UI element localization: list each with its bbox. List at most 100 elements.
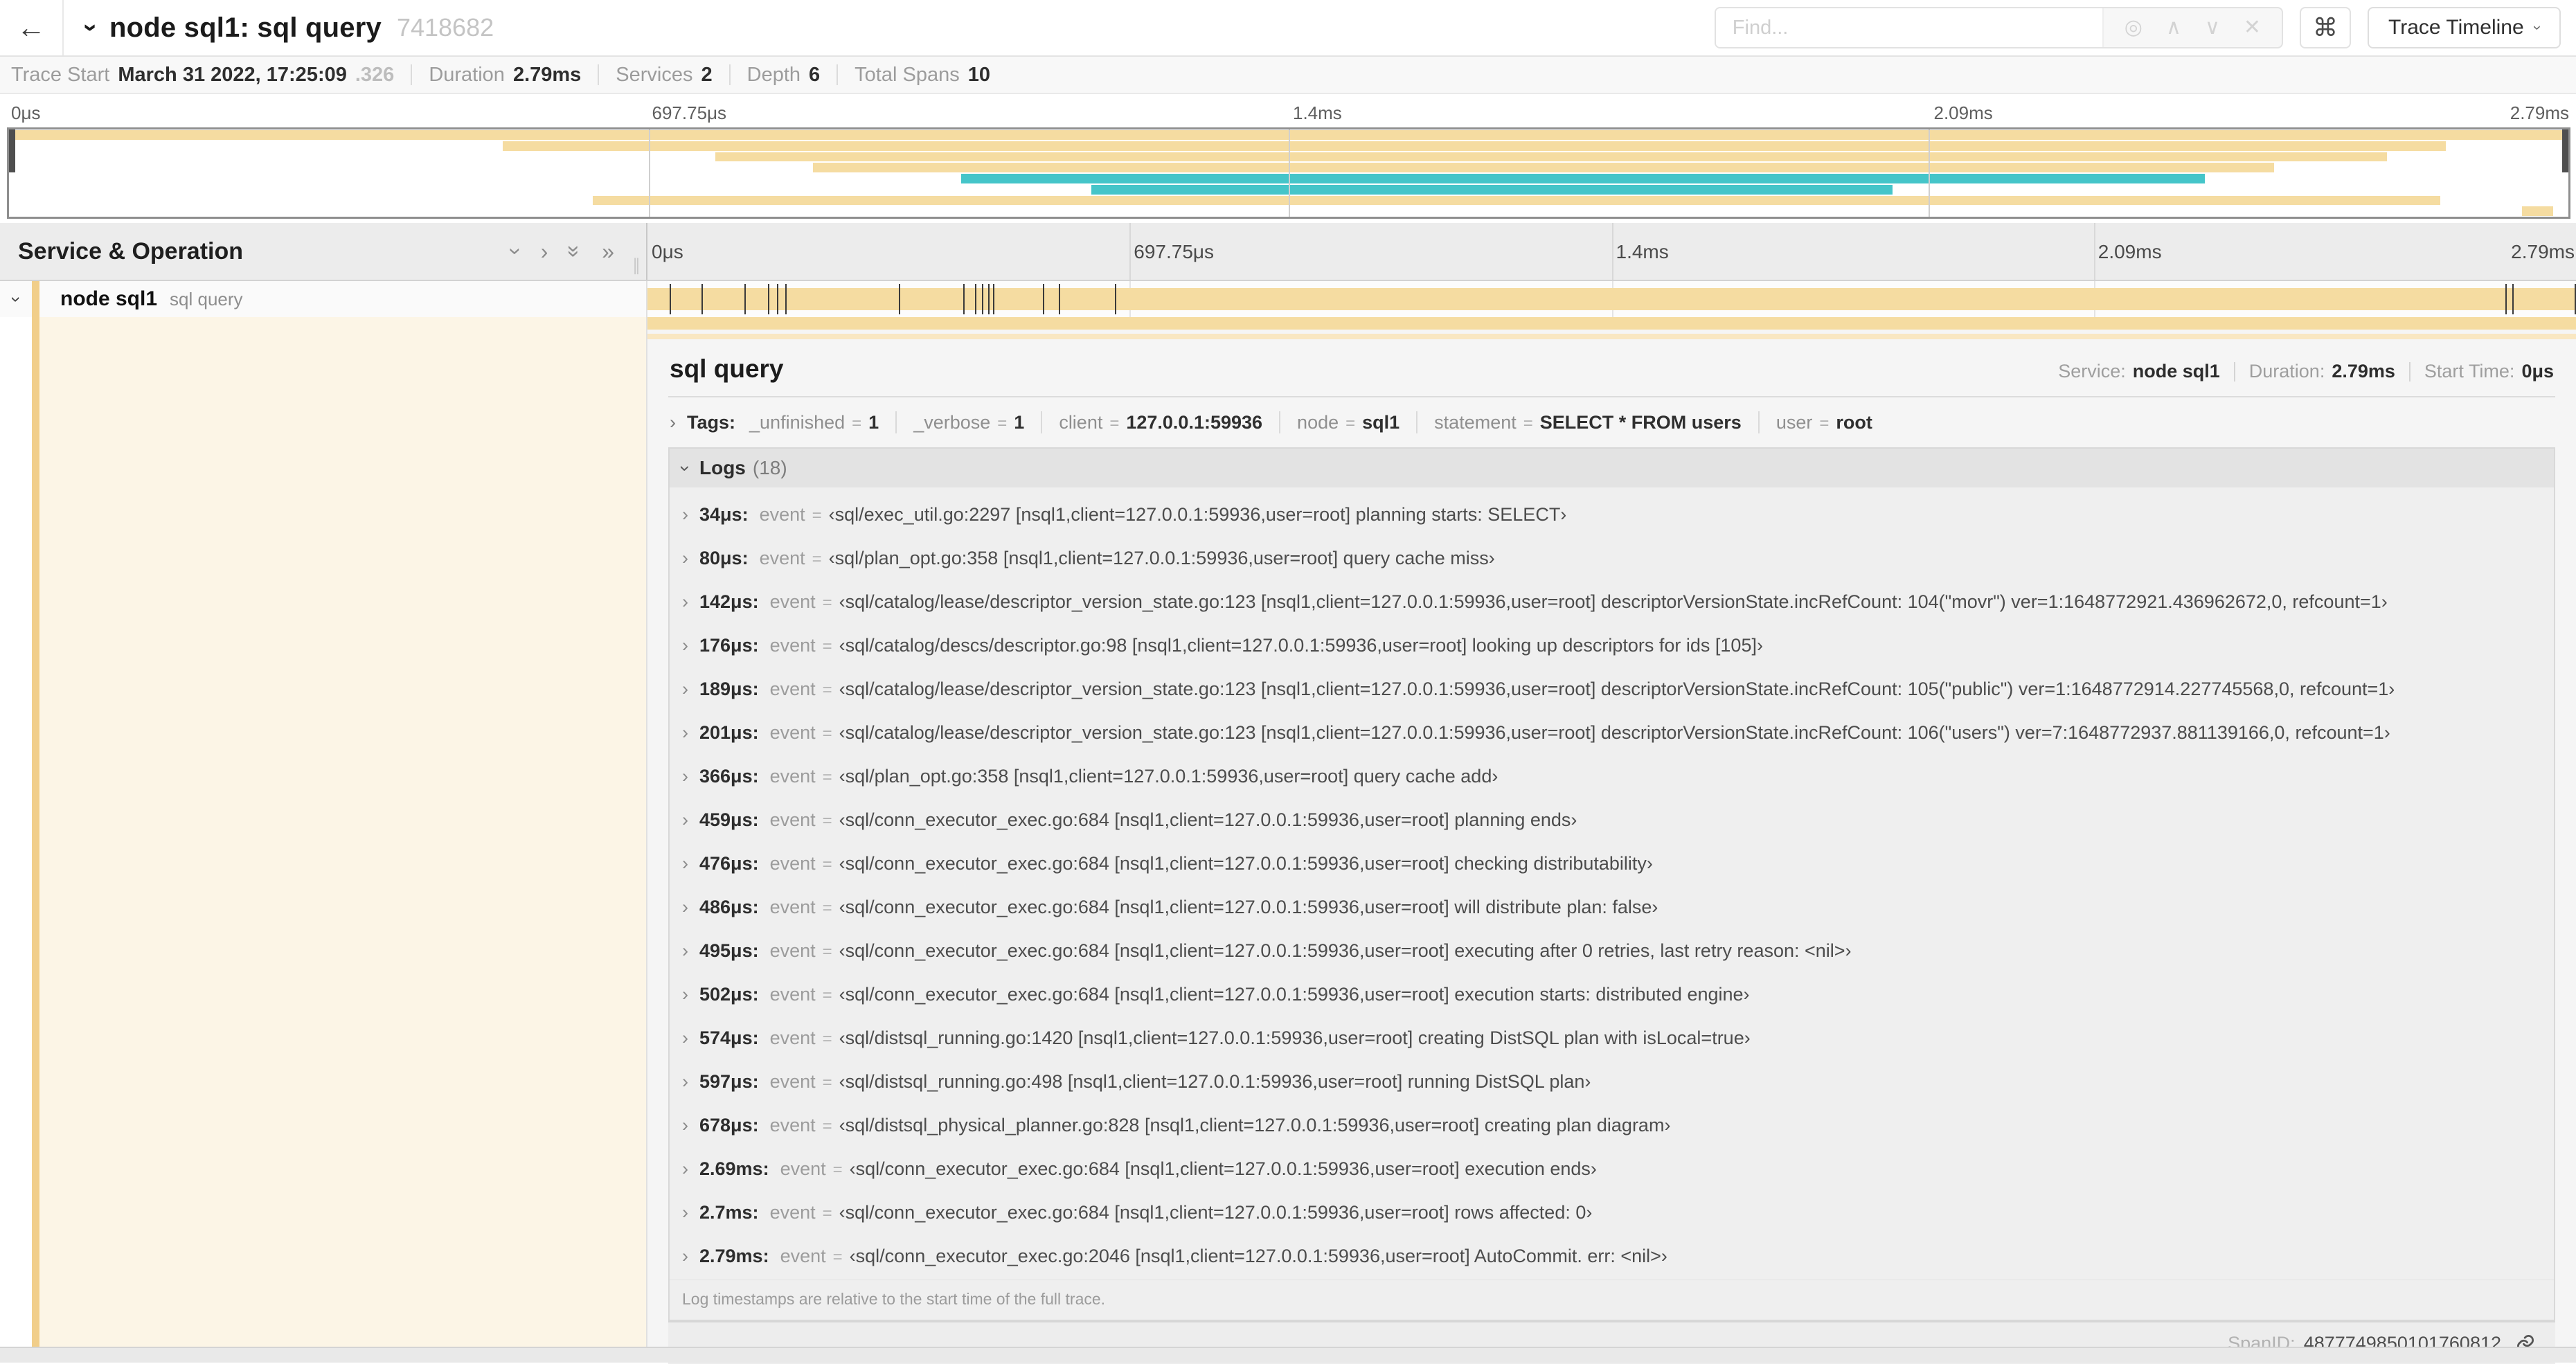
locate-icon[interactable]: ◎ [2125,17,2143,38]
log-expand-chevron-icon[interactable]: › [682,505,688,524]
stat-label: Total Spans [855,63,960,86]
keyboard-shortcuts-button[interactable]: ⌘ [2300,7,2352,48]
log-entry[interactable]: › 201μs: event = ‹sql/catalog/lease/descript… [670,711,2554,755]
collapse-all-icon[interactable]: » [562,245,587,258]
log-entry[interactable]: › 486μs: event = ‹sql/conn_executor_exec.go:… [670,886,2554,929]
separator [1757,411,1760,433]
log-expand-chevron-icon[interactable]: › [682,1116,688,1135]
log-expand-chevron-icon[interactable]: › [682,549,688,568]
tick-label: 697.75μs [652,102,727,123]
span-duration-bar[interactable] [647,288,2576,310]
log-timestamp: 2.79ms: [699,1246,769,1266]
tags-row[interactable]: › Tags: _unfinished = 1 _verbose = 1 client = 12… [668,397,2555,447]
log-entry[interactable]: › 2.7ms: event = ‹sql/conn_executor_exec.go:… [670,1191,2554,1235]
log-field-value: ‹sql/conn_executor_exec.go:684 [nsql1,cl… [839,897,1658,917]
log-field-value: ‹sql/catalog/lease/descriptor_version_st… [839,591,2388,612]
log-entry[interactable]: › 2.69ms: event = ‹sql/conn_executor_exec.go… [670,1147,2554,1191]
equals-sign: = [822,811,832,830]
log-entry[interactable]: › 495μs: event = ‹sql/conn_executor_exec.go:… [670,929,2554,973]
log-entry-list: › 34μs: event = ‹sql/exec_util.go:2297 [nsql… [670,487,2554,1280]
log-timestamp: 495μs: [699,940,759,961]
log-marker [975,284,977,314]
stat-label: Duration [429,63,505,86]
logs-collapse-chevron-icon[interactable]: › [675,465,696,472]
log-expand-chevron-icon[interactable]: › [682,811,688,829]
column-resize-grip[interactable]: ∥ [632,255,641,276]
prev-match-icon[interactable]: ∧ [2166,17,2181,38]
find-buttons: ◎ ∧ ∨ ✕ [2104,8,2282,47]
span-detail-header: sql query Service: node sql1 Duration: 2.79… [668,343,2555,397]
minimap-right-handle[interactable] [2562,129,2568,172]
log-entry[interactable]: › 2.79ms: event = ‹sql/conn_executor_exec.go… [670,1235,2554,1278]
log-expand-chevron-icon[interactable]: › [682,1160,688,1178]
log-entry[interactable]: › 574μs: event = ‹sql/distsql_running.go:142… [670,1016,2554,1060]
log-entry[interactable]: › 502μs: event = ‹sql/conn_executor_exec.go:… [670,973,2554,1016]
log-expand-chevron-icon[interactable]: › [682,854,688,873]
equals-sign: = [1523,413,1533,433]
log-entry[interactable]: › 476μs: event = ‹sql/conn_executor_exec.go:… [670,842,2554,886]
log-expand-chevron-icon[interactable]: › [682,724,688,742]
next-match-icon[interactable]: ∨ [2205,17,2220,38]
trace-title-wrap[interactable]: › node sql1: sql query 7418682 [78,12,494,44]
log-entry[interactable]: › 366μs: event = ‹sql/plan_opt.go:358 [nsql1… [670,755,2554,798]
log-field-key: event [769,897,816,917]
separator [895,411,897,433]
log-entry[interactable]: › 142μs: event = ‹sql/catalog/lease/descript… [670,580,2554,624]
log-marker [1114,284,1116,314]
equals-sign: = [832,1160,843,1179]
log-expand-chevron-icon[interactable]: › [682,942,688,960]
log-expand-chevron-icon[interactable]: › [682,1029,688,1048]
timeline-tick-labels: 0μs 697.75μs 1.4ms 2.09ms 2.79ms [647,223,2576,280]
meta-value: 2.79ms [2332,361,2395,382]
tags-expand-chevron-icon[interactable]: › [670,413,676,432]
separator [598,64,600,85]
log-entry[interactable]: › 80μs: event = ‹sql/plan_opt.go:358 [nsql1,… [670,537,2554,580]
collapse-trace-chevron-icon[interactable]: › [77,24,106,32]
log-marker [993,284,995,314]
log-entry[interactable]: › 34μs: event = ‹sql/exec_util.go:2297 [nsql… [670,493,2554,537]
log-marker [744,284,746,314]
minimap-left-handle[interactable] [9,129,15,172]
logs-title: Logs [699,457,746,478]
log-marker [1058,284,1060,314]
minimap-canvas[interactable] [7,127,2570,219]
log-expand-chevron-icon[interactable]: › [682,636,688,655]
meta-value: node sql1 [2132,361,2220,382]
tag-item: user = root [1776,412,1872,433]
span-row-name-cell[interactable]: › node sql1 sql query [0,281,647,317]
clear-matches-icon[interactable]: ✕ [2244,17,2261,38]
log-expand-chevron-icon[interactable]: › [682,680,688,699]
log-expand-chevron-icon[interactable]: › [682,767,688,786]
log-expand-chevron-icon[interactable]: › [682,1073,688,1091]
log-field-value: ‹sql/plan_opt.go:358 [nsql1,client=127.0… [839,766,1499,787]
log-entry[interactable]: › 597μs: event = ‹sql/distsql_running.go:498… [670,1060,2554,1104]
expand-all-icon[interactable]: » [602,240,614,262]
equals-sign: = [822,1204,832,1223]
log-expand-chevron-icon[interactable]: › [682,1247,688,1266]
back-button[interactable]: ← [0,0,64,55]
minimap-span-bar [715,152,2387,162]
log-entry[interactable]: › 189μs: event = ‹sql/catalog/lease/descript… [670,667,2554,711]
log-timestamp: 574μs: [699,1028,759,1048]
log-expand-chevron-icon[interactable]: › [682,1203,688,1222]
gridline [1289,129,1290,217]
row-collapse-chevron-icon[interactable]: › [0,289,32,310]
log-expand-chevron-icon[interactable]: › [682,593,688,611]
gridline [2093,223,2095,280]
span-row-timeline-cell[interactable] [647,281,2576,317]
log-entry[interactable]: › 678μs: event = ‹sql/distsql_physical_plann… [670,1104,2554,1147]
meta-label: Duration: [2248,361,2325,382]
log-expand-chevron-icon[interactable]: › [682,898,688,917]
log-entry[interactable]: › 459μs: event = ‹sql/conn_executor_exec.go:… [670,798,2554,842]
log-field-key: event [769,940,816,961]
logs-header[interactable]: › Logs (18) [670,449,2554,487]
view-selector-button[interactable]: Trace Timeline › [2368,7,2561,48]
tag-key: _unfinished [749,411,846,433]
stat-value: 10 [967,63,990,86]
log-timestamp: 34μs: [699,504,749,525]
find-input[interactable] [1715,8,2104,47]
expand-one-icon[interactable]: › [541,240,548,262]
collapse-one-icon[interactable]: › [503,248,528,255]
log-entry[interactable]: › 176μs: event = ‹sql/catalog/descs/descript… [670,624,2554,667]
log-expand-chevron-icon[interactable]: › [682,985,688,1004]
